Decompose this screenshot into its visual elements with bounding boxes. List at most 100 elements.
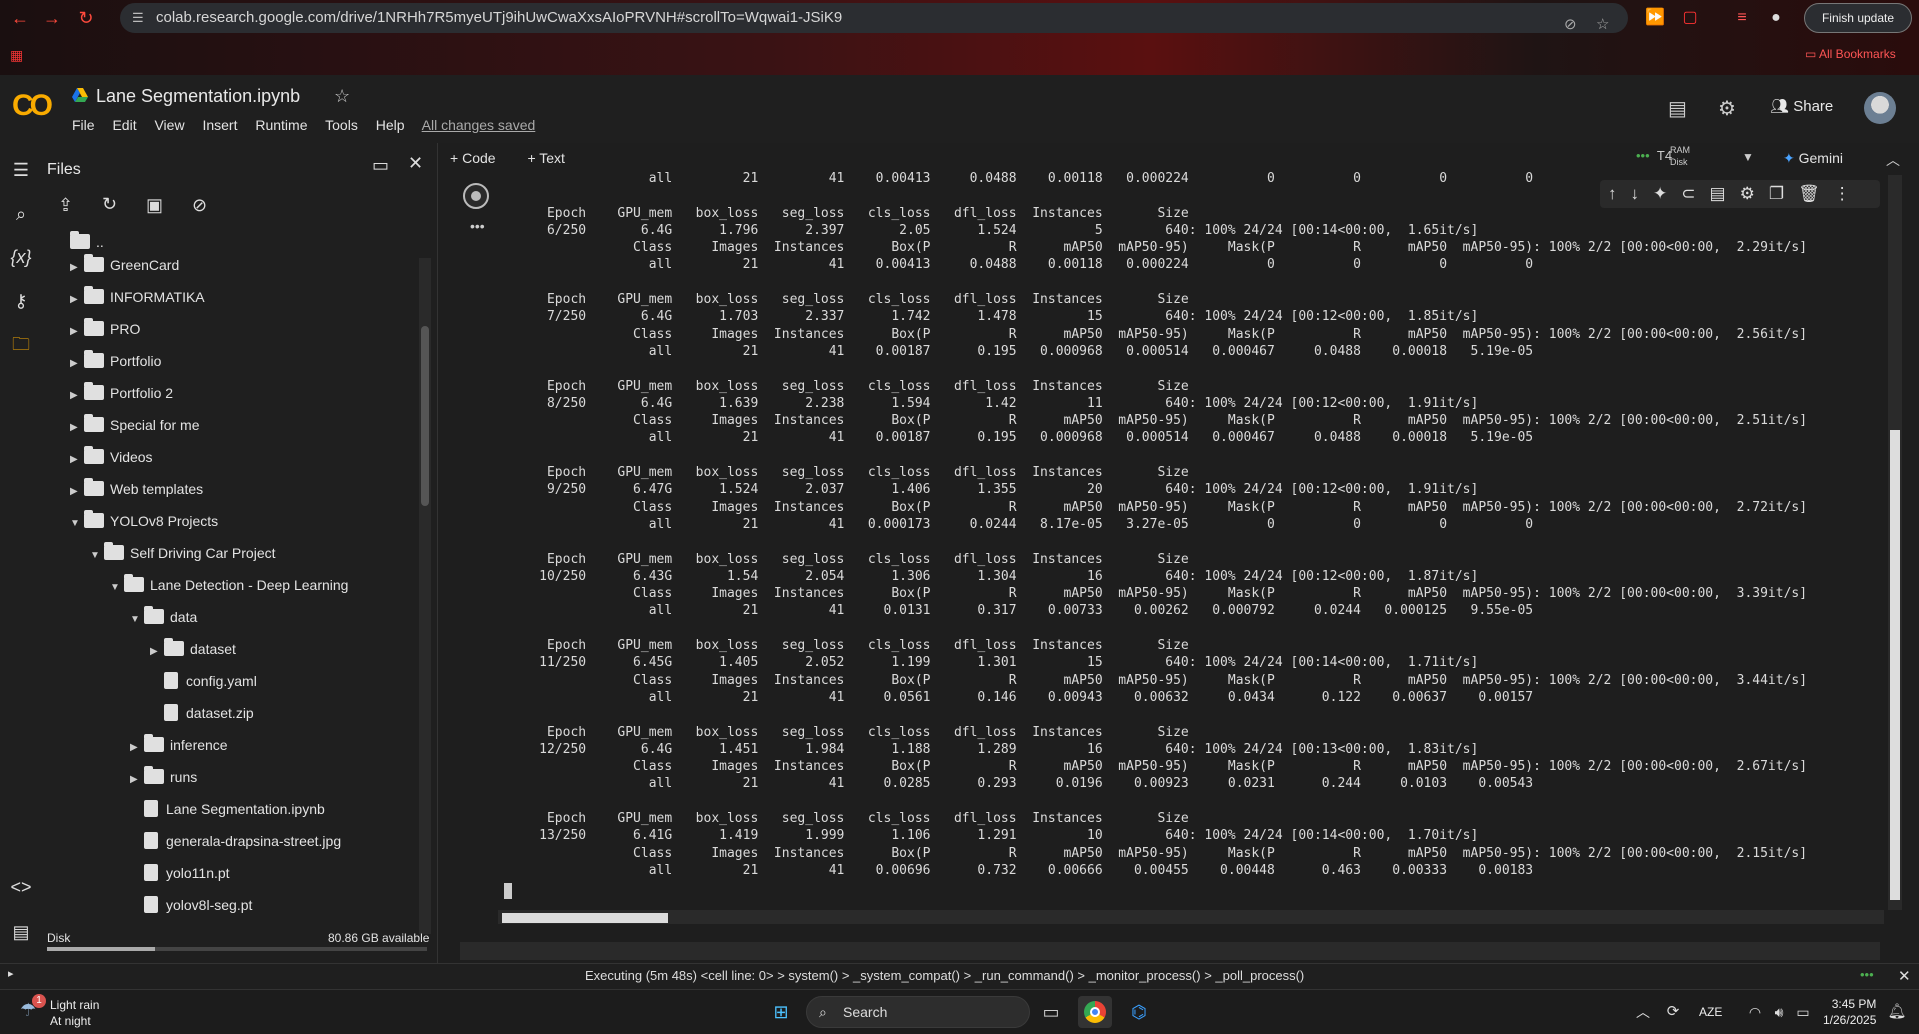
profile-icon[interactable]: ● [1764, 7, 1788, 29]
windows-start-icon[interactable]: ⊞ [764, 996, 798, 1028]
colab-logo[interactable]: CO [12, 89, 53, 123]
caret-down-icon[interactable]: ▼ [90, 544, 104, 568]
menu-tools[interactable]: Tools [325, 117, 358, 133]
menu-insert[interactable]: Insert [202, 117, 237, 133]
comment-icon[interactable]: ▤ [1668, 96, 1687, 121]
chrome-icon[interactable] [1078, 996, 1112, 1028]
site-info-icon[interactable]: ☰ [132, 3, 144, 33]
next-cell[interactable] [460, 942, 1880, 960]
folder-row[interactable]: ▶ dataset [150, 637, 236, 661]
refresh-icon[interactable]: ↻ [102, 194, 117, 215]
sync-icon[interactable]: ⟳ [1656, 996, 1690, 1028]
resource-meter[interactable]: RAM Disk [1670, 144, 1690, 168]
battery-icon[interactable]: ▭ [1786, 996, 1820, 1028]
runtime-status[interactable]: ••• T4 [1636, 148, 1672, 163]
file-row[interactable]: dataset.zip [150, 701, 254, 725]
notifications-icon[interactable]: 🔔︎ [1880, 996, 1914, 1028]
menu-edit[interactable]: Edit [112, 117, 136, 133]
caret-right-icon[interactable]: ▶ [70, 480, 84, 504]
folder-row[interactable]: ▶ inference [130, 733, 228, 757]
status-close-icon[interactable]: ✕ [1898, 967, 1911, 985]
avatar[interactable] [1864, 92, 1896, 124]
caret-down-icon[interactable]: ▼ [110, 576, 124, 600]
folder-row[interactable]: ▶ Portfolio 2 [70, 381, 173, 405]
parent-folder-row[interactable]: .. [70, 230, 104, 254]
secrets-key-icon[interactable]: ⚷ [8, 288, 34, 314]
caret-right-icon[interactable]: ▶ [70, 384, 84, 408]
toc-icon[interactable]: ☰ [8, 157, 34, 183]
folder-row[interactable]: ▼ YOLOv8 Projects [70, 509, 218, 533]
caret-right-icon[interactable]: ▶ [70, 320, 84, 344]
folder-row[interactable]: ▶ Portfolio [70, 349, 161, 373]
menu-file[interactable]: File [72, 117, 95, 133]
stop-cell-button[interactable] [463, 183, 489, 209]
bookmark-star-icon[interactable]: ☆ [1596, 10, 1609, 40]
taskbar-search[interactable]: ⌕ Search [806, 996, 1030, 1028]
gemini-button[interactable]: ✦ Gemini [1783, 150, 1843, 167]
eye-off-icon[interactable]: ⊘ [1564, 10, 1577, 40]
folder-row[interactable]: ▶ INFORMATIKA [70, 285, 205, 309]
extension-icon[interactable]: ⏩ [1643, 7, 1667, 29]
add-code-button[interactable]: + Code [450, 150, 510, 166]
star-icon[interactable]: ☆ [334, 86, 350, 107]
finish-update-button[interactable]: Finish update [1804, 3, 1912, 33]
task-view-icon[interactable]: ▭ [1034, 996, 1068, 1028]
caret-right-icon[interactable]: ▶ [70, 448, 84, 472]
caret-right-icon[interactable]: ▶ [70, 352, 84, 376]
keyboard-language[interactable]: AZE [1699, 1005, 1722, 1019]
share-button[interactable]: 👥︎ Share [1770, 97, 1833, 115]
settings-icon[interactable]: ⚙ [1718, 96, 1736, 121]
caret-right-icon[interactable]: ▶ [130, 768, 144, 792]
menu-help[interactable]: Help [376, 117, 405, 133]
back-icon[interactable]: ← [4, 6, 36, 30]
search-icon[interactable]: ⌕ [8, 201, 34, 227]
forward-icon[interactable]: → [36, 6, 68, 30]
collapse-icon[interactable]: ︿ [1886, 150, 1900, 170]
apps-grid-icon[interactable]: ▦ [10, 47, 23, 64]
caret-right-icon[interactable]: ▶ [150, 640, 164, 664]
all-bookmarks-link[interactable]: ▭ All Bookmarks [1805, 47, 1896, 61]
hide-files-icon[interactable]: ⊘ [192, 195, 207, 216]
runtime-dropdown-icon[interactable]: ▼ [1742, 150, 1754, 164]
command-palette-icon[interactable]: ▤ [8, 919, 34, 945]
menu-runtime[interactable]: Runtime [255, 117, 307, 133]
folder-row[interactable]: ▶ Special for me [70, 413, 199, 437]
caret-right-icon[interactable]: ▶ [70, 416, 84, 440]
status-expand-icon[interactable]: ▸ [8, 967, 14, 980]
tab-search-icon[interactable]: ≡ [1730, 7, 1754, 29]
folder-row[interactable]: ▼ data [130, 605, 197, 629]
output-vscroll-thumb[interactable] [1890, 430, 1900, 900]
address-bar[interactable]: ☰ colab.research.google.com/drive/1NRHh7… [120, 3, 1628, 33]
folder-row[interactable]: ▼ Lane Detection - Deep Learning [110, 573, 348, 597]
folder-row[interactable]: ▶ GreenCard [70, 253, 179, 277]
close-panel-icon[interactable]: ✕ [408, 153, 423, 174]
caret-down-icon[interactable]: ▼ [70, 512, 84, 536]
file-row[interactable]: yolov8l-seg.pt [130, 893, 252, 917]
file-row[interactable]: generala-drapsina-street.jpg [130, 829, 341, 853]
upload-file-icon[interactable]: ⇪ [58, 195, 73, 216]
reload-icon[interactable]: ↻ [70, 6, 102, 30]
tray-overflow-icon[interactable]: ︿ [1626, 996, 1660, 1028]
save-status[interactable]: All changes saved [422, 117, 536, 133]
output-horizontal-scrollbar[interactable] [498, 910, 1884, 924]
variables-icon[interactable]: {x} [8, 244, 34, 270]
vscode-icon[interactable]: ⌬ [1122, 996, 1156, 1028]
weather-widget[interactable]: Light rain At night [50, 997, 99, 1029]
caret-right-icon[interactable]: ▶ [70, 288, 84, 312]
code-snippets-icon[interactable]: <> [8, 874, 34, 900]
menu-view[interactable]: View [154, 117, 184, 133]
folder-row[interactable]: ▶ Web templates [70, 477, 203, 501]
file-row[interactable]: Lane Segmentation.ipynb [130, 797, 325, 821]
folder-row[interactable]: ▶ Videos [70, 445, 153, 469]
output-actions-icon[interactable]: ••• [470, 218, 485, 234]
notebook-title[interactable]: Lane Segmentation.ipynb [96, 86, 300, 107]
file-row[interactable]: config.yaml [150, 669, 257, 693]
caret-right-icon[interactable]: ▶ [130, 736, 144, 760]
extension-red-icon[interactable]: ▢ [1678, 7, 1702, 29]
add-text-button[interactable]: + Text [527, 150, 579, 166]
file-row[interactable]: yolo11n.pt [130, 861, 230, 885]
folder-row[interactable]: ▼ Self Driving Car Project [90, 541, 276, 565]
mount-drive-icon[interactable]: ▣ [146, 195, 163, 216]
folder-row[interactable]: ▶ PRO [70, 317, 140, 341]
caret-down-icon[interactable]: ▼ [130, 608, 144, 632]
